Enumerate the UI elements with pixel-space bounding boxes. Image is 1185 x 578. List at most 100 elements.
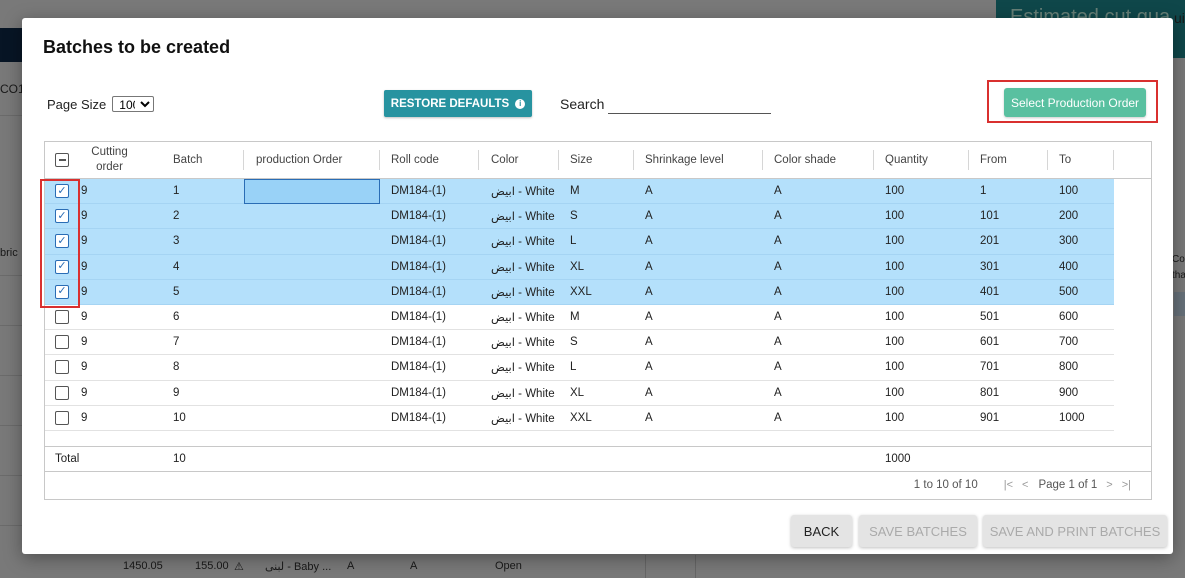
cell-batch: 8 [173, 361, 180, 374]
cell-to: 800 [1059, 361, 1079, 374]
cell-size: L [570, 361, 577, 374]
cell-shrinkage-level: A [645, 260, 653, 273]
col-quantity[interactable]: Quantity [885, 142, 928, 178]
cell-cutting-order: 9 [81, 311, 88, 324]
cell-color: ابيض - White [491, 236, 555, 249]
row-checkbox[interactable] [55, 410, 69, 425]
cell-color: ابيض - White [491, 261, 555, 274]
table-row[interactable]: ✓ 9 3 DM184-(1) ابيض - White L A A 100 201 300 [45, 229, 1114, 255]
cell-color: ابيض - White [491, 362, 555, 375]
row-checkbox[interactable] [55, 385, 69, 400]
cell-shrinkage-level: A [645, 411, 653, 424]
col-shrinkage-level[interactable]: Shrinkage level [645, 142, 724, 178]
cell-shrinkage-level: A [645, 336, 653, 349]
col-from[interactable]: From [980, 142, 1007, 178]
cell-cutting-order: 9 [81, 361, 88, 374]
cell-shrinkage-level: A [645, 185, 653, 198]
table-row[interactable]: 9 6 DM184-(1) ابيض - White M A A 100 501 600 [45, 304, 1114, 331]
cell-quantity: 100 [885, 336, 905, 349]
batches-dialog: Batches to be created Page Size 100 REST… [22, 18, 1173, 554]
column-separator [478, 150, 479, 170]
cell-cutting-order: 9 [81, 235, 88, 248]
cell-batch: 4 [173, 260, 180, 273]
cell-batch: 3 [173, 235, 180, 248]
cell-cutting-order: 9 [81, 285, 88, 298]
cell-size: M [570, 185, 580, 198]
pagination-page: Page 1 of 1 [1038, 479, 1098, 491]
column-separator [873, 150, 874, 170]
pagination: 1 to 10 of 10 |< < Page 1 of 1 > >| [914, 479, 1131, 491]
cell-batch: 5 [173, 285, 180, 298]
col-cutting-order[interactable]: Cutting order [87, 142, 132, 178]
table-row[interactable]: ✓ 9 1 DM184-(1) ابيض - White M A A 100 1 100 [45, 179, 1114, 205]
column-separator [558, 150, 559, 170]
select-all-checkbox-cell [55, 142, 69, 178]
cell-to: 300 [1059, 235, 1079, 248]
cell-cutting-order: 9 [81, 411, 88, 424]
cell-shrinkage-level: A [645, 311, 653, 324]
page-size-label: Page Size [47, 96, 107, 112]
last-page-icon[interactable]: >| [1122, 479, 1131, 491]
first-page-icon[interactable]: |< [1004, 479, 1013, 491]
cell-roll-code: DM184-(1) [391, 411, 446, 424]
table-row[interactable]: ✓ 9 2 DM184-(1) ابيض - White S A A 100 101 200 [45, 204, 1114, 230]
table-row[interactable]: 9 7 DM184-(1) ابيض - White S A A 100 601 700 [45, 330, 1114, 356]
page-size-control: Page Size 100 [47, 96, 155, 112]
save-and-print-batches-button[interactable]: SAVE AND PRINT BATCHES [983, 515, 1167, 547]
cell-quantity: 100 [885, 235, 905, 248]
page-size-select[interactable]: 100 [112, 96, 155, 112]
select-production-order-button[interactable]: Select Production Order [1004, 88, 1146, 117]
cell-quantity: 100 [885, 210, 905, 223]
table-row[interactable]: ✓ 9 5 DM184-(1) ابيض - White XXL A A 100 401 500 [45, 279, 1114, 305]
dialog-title: Batches to be created [43, 37, 231, 57]
restore-defaults-label: RESTORE DEFAULTS [390, 97, 510, 110]
row-checkbox[interactable] [55, 360, 69, 375]
cell-cutting-order: 9 [81, 336, 88, 349]
table-row[interactable]: 9 8 DM184-(1) ابيض - White L A A 100 701 800 [45, 355, 1114, 381]
cell-from: 401 [980, 285, 1000, 298]
info-icon[interactable]: i [515, 98, 526, 109]
next-page-icon[interactable]: > [1106, 479, 1112, 491]
cell-roll-code: DM184-(1) [391, 260, 446, 273]
cell-from: 601 [980, 336, 1000, 349]
row-checkbox[interactable] [55, 310, 69, 325]
cell-color-shade: A [774, 260, 782, 273]
search-label: Search [560, 96, 605, 112]
col-color[interactable]: Color [491, 142, 518, 178]
col-batch[interactable]: Batch [173, 142, 202, 178]
cell-color: ابيض - White [491, 186, 555, 199]
col-to[interactable]: To [1059, 142, 1071, 178]
column-separator [1113, 150, 1114, 170]
col-color-shade[interactable]: Color shade [774, 142, 836, 178]
cell-roll-code: DM184-(1) [391, 386, 446, 399]
col-size[interactable]: Size [570, 142, 592, 178]
cell-batch: 2 [173, 210, 180, 223]
col-production-order[interactable]: production Order [256, 142, 342, 178]
cell-to: 900 [1059, 386, 1079, 399]
cell-color: ابيض - White [491, 412, 555, 425]
cell-to: 400 [1059, 260, 1079, 273]
grid-header: Cutting order Batch production Order Rol… [45, 142, 1151, 179]
select-all-checkbox[interactable] [55, 153, 69, 167]
row-checkbox[interactable] [55, 335, 69, 350]
column-separator [633, 150, 634, 170]
production-order-edit-cell[interactable] [244, 179, 380, 204]
back-button[interactable]: BACK [791, 515, 852, 547]
table-row[interactable]: 9 10 DM184-(1) ابيض - White XXL A A 100 901 1000 [45, 405, 1114, 431]
prev-page-icon[interactable]: < [1022, 479, 1028, 491]
col-roll-code[interactable]: Roll code [391, 142, 439, 178]
cell-to: 1000 [1059, 411, 1085, 424]
cell-cutting-order: 9 [81, 210, 88, 223]
column-separator [762, 150, 763, 170]
cell-cutting-order: 9 [81, 185, 88, 198]
save-batches-button[interactable]: SAVE BATCHES [859, 515, 977, 547]
total-batch: 10 [173, 453, 186, 465]
table-row[interactable]: 9 9 DM184-(1) ابيض - White XL A A 100 801 900 [45, 380, 1114, 406]
cell-to: 500 [1059, 285, 1079, 298]
search-input[interactable] [608, 92, 771, 114]
pagination-range: 1 to 10 of 10 [913, 479, 978, 491]
cell-to: 200 [1059, 210, 1079, 223]
cell-color-shade: A [774, 210, 782, 223]
restore-defaults-button[interactable]: RESTORE DEFAULTS i [384, 90, 532, 117]
table-row[interactable]: ✓ 9 4 DM184-(1) ابيض - White XL A A 100 301 400 [45, 254, 1114, 280]
